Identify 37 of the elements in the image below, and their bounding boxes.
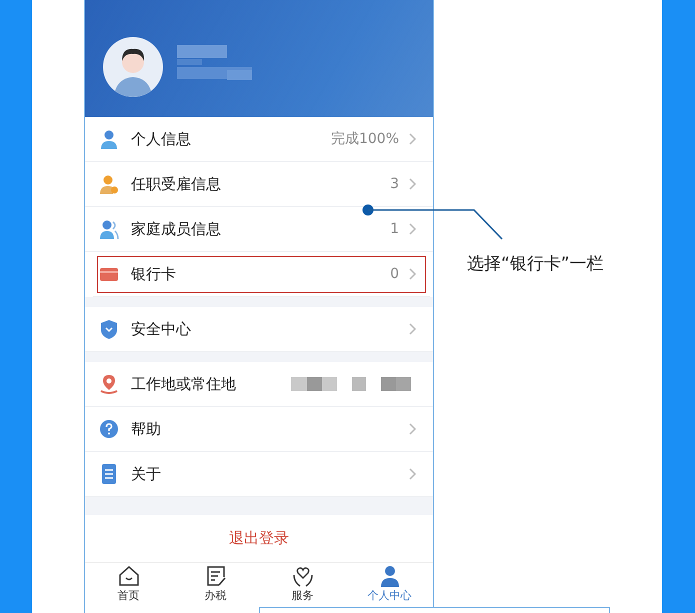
people-icon bbox=[99, 219, 119, 239]
tab[interactable]: 服务 bbox=[259, 563, 346, 613]
menu-row[interactable]: 任职受雇信息 3 bbox=[85, 162, 433, 207]
row-label: 家庭成员信息 bbox=[131, 220, 222, 238]
row-label: 个人信息 bbox=[131, 130, 192, 148]
row-label: 银行卡 bbox=[131, 264, 177, 284]
avatar-icon bbox=[103, 36, 163, 96]
help-icon bbox=[99, 419, 119, 439]
home-icon bbox=[118, 565, 140, 587]
logout-button[interactable]: 退出登录 bbox=[85, 515, 433, 563]
document-icon bbox=[99, 464, 119, 484]
row-value: 1 bbox=[390, 221, 399, 237]
row-label: 帮助 bbox=[131, 420, 162, 438]
person-badge-icon bbox=[99, 174, 119, 194]
user-icon bbox=[378, 565, 400, 587]
menu-row[interactable]: 工作地或常住地 bbox=[85, 362, 433, 407]
tab[interactable]: 个人中心 bbox=[346, 563, 433, 613]
menu-row[interactable]: 个人信息 完成100% bbox=[85, 117, 433, 162]
location-pin-icon bbox=[99, 374, 119, 394]
row-value: 0 bbox=[390, 266, 399, 282]
row-label: 安全中心 bbox=[131, 320, 192, 338]
heart-hands-icon bbox=[292, 565, 314, 587]
row-label: 工作地或常住地 bbox=[131, 374, 237, 394]
menu-row[interactable]: 帮助 bbox=[85, 407, 433, 452]
row-value: 完成100% bbox=[330, 130, 399, 148]
menu-row[interactable]: 安全中心 bbox=[85, 307, 433, 352]
menu-row[interactable]: 关于 bbox=[85, 452, 433, 497]
annotation-text: 选择“银行卡”一栏 bbox=[467, 253, 604, 275]
row-label: 关于 bbox=[131, 464, 162, 484]
form-pen-icon bbox=[204, 565, 226, 587]
tab[interactable]: 首页 bbox=[85, 563, 172, 613]
menu-row[interactable]: 银行卡 0 bbox=[93, 252, 430, 297]
person-icon bbox=[99, 129, 119, 149]
row-value: 3 bbox=[390, 176, 399, 192]
row-label: 任职受雇信息 bbox=[131, 174, 222, 194]
shield-icon bbox=[99, 319, 119, 339]
tab[interactable]: 办税 bbox=[172, 563, 259, 613]
